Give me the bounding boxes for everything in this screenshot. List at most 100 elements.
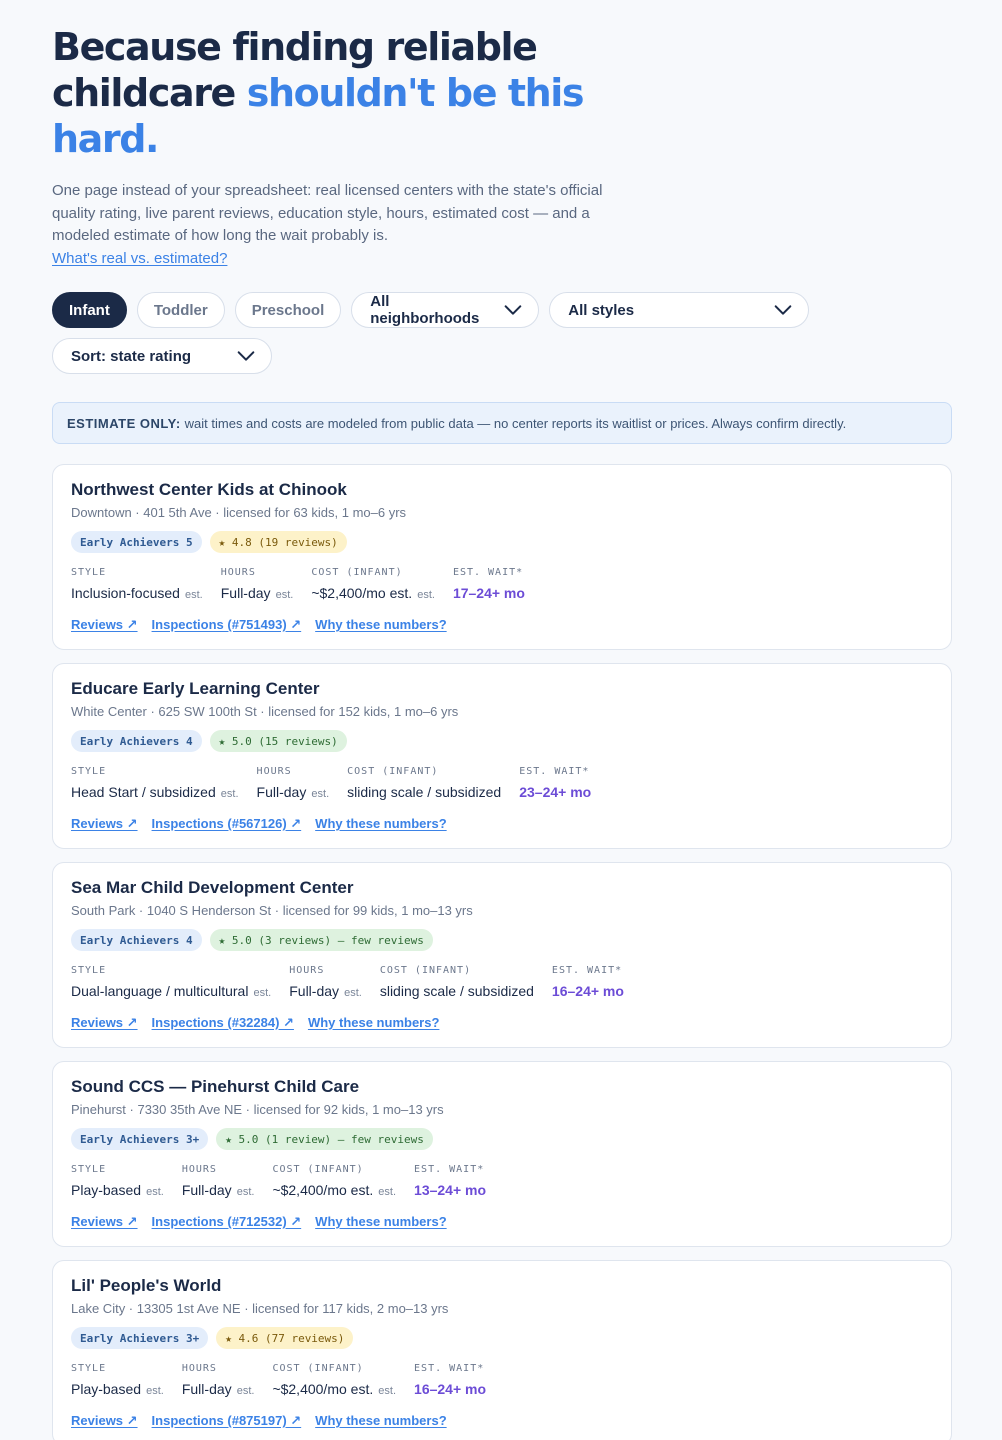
rating-badge: ★ 4.8 (19 reviews) [209, 531, 347, 553]
fact-value: Full-day est. [256, 784, 330, 800]
center-links: Reviews ↗ Inspections (#751493) ↗ Why th… [71, 617, 933, 633]
tab-infant[interactable]: Infant [52, 292, 127, 328]
center-badges: Early Achievers 4 ★ 5.0 (3 reviews) — fe… [71, 929, 933, 951]
page-content: Because finding reliable childcare shoul… [52, 0, 952, 1440]
center-facts: STYLE Inclusion-focused est. HOURS Full-… [71, 566, 933, 604]
center-card: Sound CCS — Pinehurst Child Care Pinehur… [52, 1061, 952, 1247]
center-details: White Center · 625 SW 100th St · license… [71, 704, 459, 719]
fact-hours: HOURS Full-day est. [289, 964, 362, 1002]
center-links: Reviews ↗ Inspections (#567126) ↗ Why th… [71, 816, 933, 832]
fact-cost: COST (INFANT) ~$2,400/mo est. est. [272, 1362, 396, 1400]
inspections-link[interactable]: Inspections (#875197) ↗ [152, 1413, 302, 1429]
inspections-link[interactable]: Inspections (#32284) ↗ [152, 1015, 294, 1031]
reviews-link[interactable]: Reviews ↗ [71, 816, 138, 832]
reviews-link[interactable]: Reviews ↗ [71, 1413, 138, 1429]
fact-label: HOURS [220, 567, 256, 578]
rating-badge: ★ 5.0 (15 reviews) [209, 730, 347, 752]
rating-badge: ★ 5.0 (3 reviews) — few reviews [209, 929, 433, 951]
fact-cost: COST (INFANT) ~$2,400/mo est. est. [311, 566, 435, 604]
fact-value: Play-based est. [71, 1381, 164, 1397]
estimate-notice: ESTIMATE ONLY: wait times and costs are … [52, 402, 952, 444]
early-achievers-badge: Early Achievers 4 [71, 730, 202, 752]
chevron-down-icon [237, 351, 255, 361]
style-select[interactable]: All styles [549, 292, 810, 328]
fact-label: HOURS [181, 1164, 217, 1175]
neighborhood-select[interactable]: All neighborhoods [351, 292, 540, 328]
fact-value: Full-day est. [181, 1381, 255, 1397]
fact-label: STYLE [71, 567, 107, 578]
filter-bar: Infant Toddler Preschool All neighborhoo… [52, 292, 832, 374]
fact-style: STYLE Play-based est. [71, 1163, 164, 1201]
center-name: Sea Mar Child Development Center [71, 878, 354, 897]
sort-select[interactable]: Sort: state rating [52, 338, 272, 374]
why-numbers-link[interactable]: Why these numbers? [315, 617, 446, 633]
center-facts: STYLE Head Start / subsidized est. HOURS… [71, 765, 933, 803]
why-numbers-link[interactable]: Why these numbers? [308, 1015, 439, 1031]
inspections-link[interactable]: Inspections (#751493) ↗ [152, 617, 302, 633]
chevron-down-icon [774, 305, 792, 315]
fact-value: Full-day est. [181, 1182, 255, 1198]
inspections-link[interactable]: Inspections (#712532) ↗ [152, 1214, 302, 1230]
center-card: Educare Early Learning Center White Cent… [52, 663, 952, 849]
center-details: Pinehurst · 7330 35th Ave NE · licensed … [71, 1102, 444, 1117]
fact-label: HOURS [289, 965, 325, 976]
fact-hours: HOURS Full-day est. [221, 566, 294, 604]
wait-estimate: 17–24+ mo [452, 585, 525, 601]
fact-value: Full-day est. [289, 983, 362, 999]
center-name: Lil' People's World [71, 1276, 222, 1295]
fact-label: COST (INFANT) [347, 766, 439, 777]
center-links: Reviews ↗ Inspections (#712532) ↗ Why th… [71, 1214, 933, 1230]
intro-text: One page instead of your spreadsheet: re… [52, 180, 612, 270]
rating-badge: ★ 4.6 (77 reviews) [216, 1327, 354, 1349]
early-achievers-badge: Early Achievers 4 [71, 929, 202, 951]
fact-value: Inclusion-focused est. [71, 585, 203, 601]
center-card: Lil' People's World Lake City · 13305 1s… [52, 1260, 952, 1440]
fact-label: COST (INFANT) [379, 965, 472, 976]
fact-value: Play-based est. [71, 1182, 164, 1198]
early-achievers-badge: Early Achievers 5 [71, 531, 202, 553]
fact-value: Head Start / subsidized est. [71, 784, 239, 800]
center-details: Lake City · 13305 1st Ave NE · licensed … [71, 1301, 449, 1316]
inspections-link[interactable]: Inspections (#567126) ↗ [152, 816, 302, 832]
fact-value: Full-day est. [220, 585, 294, 601]
center-card: Sea Mar Child Development Center South P… [52, 862, 952, 1048]
fact-label: COST (INFANT) [272, 1164, 364, 1175]
sort-select-value: Sort: state rating [71, 347, 192, 365]
fact-label: STYLE [71, 1164, 107, 1175]
reviews-link[interactable]: Reviews ↗ [71, 1214, 138, 1230]
tab-toddler[interactable]: Toddler [136, 292, 225, 328]
fact-label: STYLE [71, 766, 107, 777]
fact-cost: COST (INFANT) sliding scale / subsidized [380, 964, 534, 1002]
neighborhood-select-value: All neighborhoods [370, 293, 480, 327]
wait-estimate: 16–24+ mo [414, 1381, 487, 1397]
fact-hours: HOURS Full-day est. [257, 765, 330, 803]
fact-label: EST. WAIT* [414, 1164, 485, 1175]
fact-label: STYLE [71, 1363, 107, 1374]
rating-badge: ★ 5.0 (1 review) — few reviews [216, 1128, 433, 1150]
wait-estimate: 23–24+ mo [519, 784, 592, 800]
why-numbers-link[interactable]: Why these numbers? [315, 1214, 446, 1230]
hero-headline: Because finding reliable childcare shoul… [52, 24, 612, 162]
tab-preschool[interactable]: Preschool [234, 292, 342, 328]
fact-label: EST. WAIT* [452, 567, 524, 578]
real-vs-estimated-link[interactable]: What's real vs. estimated? [52, 248, 227, 271]
center-name: Sound CCS — Pinehurst Child Care [71, 1077, 360, 1096]
fact-value: ~$2,400/mo est. est. [311, 585, 435, 601]
early-achievers-badge: Early Achievers 3+ [71, 1128, 209, 1150]
fact-hours: HOURS Full-day est. [182, 1362, 255, 1400]
fact-label: HOURS [181, 1363, 217, 1374]
center-badges: Early Achievers 3+ ★ 4.6 (77 reviews) [71, 1327, 933, 1349]
center-links: Reviews ↗ Inspections (#32284) ↗ Why the… [71, 1015, 933, 1031]
center-badges: Early Achievers 4 ★ 5.0 (15 reviews) [71, 730, 933, 752]
center-details: Downtown · 401 5th Ave · licensed for 63… [71, 505, 407, 520]
fact-style: STYLE Inclusion-focused est. [71, 566, 203, 604]
why-numbers-link[interactable]: Why these numbers? [315, 1413, 446, 1429]
fact-label: COST (INFANT) [272, 1363, 364, 1374]
why-numbers-link[interactable]: Why these numbers? [315, 816, 446, 832]
reviews-link[interactable]: Reviews ↗ [71, 1015, 138, 1031]
center-name: Educare Early Learning Center [71, 679, 320, 698]
fact-label: EST. WAIT* [519, 766, 590, 777]
fact-label: EST. WAIT* [551, 965, 623, 976]
early-achievers-badge: Early Achievers 3+ [71, 1327, 209, 1349]
reviews-link[interactable]: Reviews ↗ [71, 617, 138, 633]
